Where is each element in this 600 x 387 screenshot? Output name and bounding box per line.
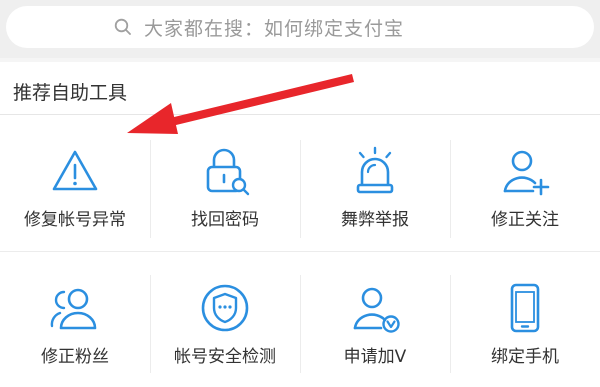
tool-label: 绑定手机 [491, 347, 559, 367]
tool-label: 修正粉丝 [41, 347, 109, 367]
search-icon [114, 18, 131, 35]
tool-label: 帐号安全检测 [174, 347, 276, 367]
alarm-light-icon [356, 146, 394, 194]
section-header: 推荐自助工具 [0, 62, 600, 115]
tool-security-check[interactable]: 帐号安全检测 [150, 252, 300, 387]
tool-label: 修正关注 [491, 210, 559, 230]
tool-label: 申请加V [343, 347, 407, 367]
user-add-icon [503, 150, 550, 196]
section-title: 推荐自助工具 [13, 82, 128, 104]
tool-fix-following[interactable]: 修正关注 [450, 115, 600, 250]
grid-divider [450, 275, 451, 373]
tools-grid: 修复帐号异常 找回密码 舞弊举报 修正关注 修正粉丝 帐号安全检测 申请加V 绑… [0, 115, 600, 387]
tool-fix-fans[interactable]: 修正粉丝 [0, 252, 150, 387]
tool-label: 找回密码 [191, 210, 259, 230]
grid-divider [300, 275, 301, 373]
search-bar-area: 大家都在搜：如何绑定支付宝 [0, 0, 600, 58]
lock-search-icon [206, 148, 250, 196]
tool-fraud-report[interactable]: 舞弊举报 [300, 115, 450, 250]
grid-divider [300, 140, 301, 238]
search-placeholder: 大家都在搜：如何绑定支付宝 [144, 17, 405, 40]
tool-repair-account[interactable]: 修复帐号异常 [0, 115, 150, 250]
tool-recover-password[interactable]: 找回密码 [150, 115, 300, 250]
warning-triangle-icon [52, 150, 98, 191]
tool-apply-verified[interactable]: 申请加V [300, 252, 450, 387]
search-box[interactable]: 大家都在搜：如何绑定支付宝 [6, 6, 594, 48]
tool-label: 舞弊举报 [341, 210, 409, 230]
grid-divider [150, 140, 151, 238]
grid-divider [450, 140, 451, 238]
shield-icon [201, 284, 249, 332]
user-verified-icon [353, 287, 400, 333]
mobile-phone-icon [510, 283, 540, 333]
grid-divider [0, 251, 600, 252]
tool-bind-phone[interactable]: 绑定手机 [450, 252, 600, 387]
tool-label: 修复帐号异常 [24, 210, 126, 230]
grid-divider [150, 275, 151, 373]
user-group-icon [50, 288, 97, 330]
